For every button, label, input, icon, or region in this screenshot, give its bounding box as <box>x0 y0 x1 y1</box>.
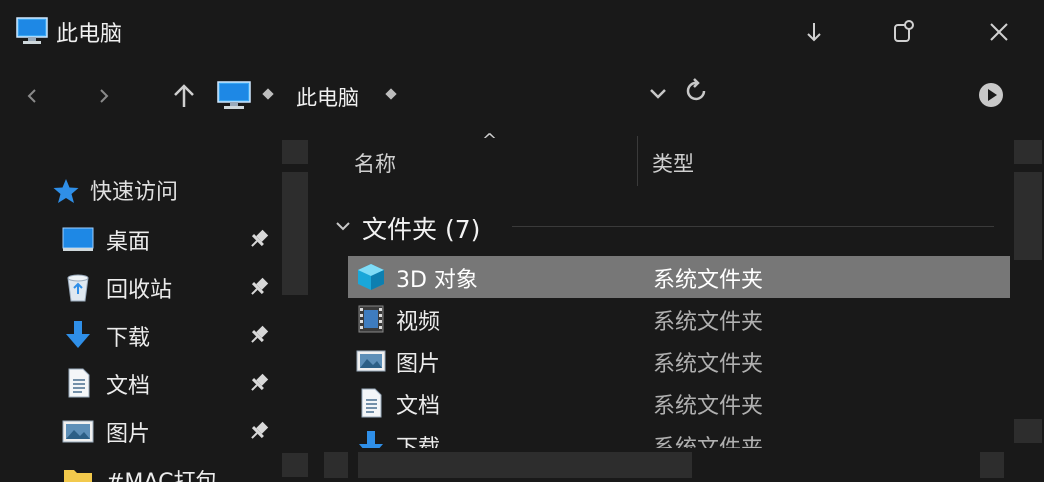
sort-indicator: ^ <box>482 130 498 151</box>
download-icon <box>807 23 821 42</box>
scrollbar-thumb[interactable] <box>282 172 308 295</box>
sidebar-item-label: 图片 <box>106 422 151 447</box>
column-header-type[interactable]: 类型 <box>652 148 694 178</box>
forward-icon <box>100 89 109 103</box>
title-bar: 此电脑 <box>0 0 1044 62</box>
quick-access-label[interactable]: 快速访问 <box>90 174 178 206</box>
breadcrumb-separator[interactable] <box>385 88 397 100</box>
chevron-down-icon <box>650 89 666 99</box>
back-button[interactable] <box>14 76 50 116</box>
file-name: 文档 <box>396 394 441 419</box>
file-explorer-window: 此电脑 此电脑 快速访问 桌面 回收站 下载 文档 图片 ^ 名称 类型 文件夹… <box>0 0 1044 482</box>
close-button[interactable] <box>979 12 1019 52</box>
file-type: 系统文件夹 <box>653 268 764 293</box>
folder-icon <box>62 464 94 482</box>
file-name: 视频 <box>396 310 441 335</box>
recycle-bin-icon <box>62 272 94 302</box>
up-button[interactable] <box>166 76 202 116</box>
list-item[interactable]: 下载 系统文件夹 <box>348 424 1010 448</box>
group-divider <box>512 226 994 227</box>
breadcrumb-separator[interactable] <box>262 88 274 100</box>
address-dropdown-button[interactable] <box>647 82 669 108</box>
scroll-down-button[interactable] <box>282 453 308 477</box>
scrollbar-thumb[interactable] <box>1014 172 1042 260</box>
pictures-icon <box>62 416 94 446</box>
list-item[interactable]: 视频 系统文件夹 <box>348 298 1010 340</box>
up-icon <box>174 84 194 107</box>
download-arrow-icon <box>62 320 94 350</box>
sidebar-item-label: 桌面 <box>106 230 151 255</box>
pin-icon[interactable] <box>248 372 270 398</box>
computer-icon <box>217 81 251 115</box>
list-item[interactable]: 图片 系统文件夹 <box>348 340 1010 382</box>
videos-icon <box>356 304 386 334</box>
scroll-down-button[interactable] <box>1014 419 1042 443</box>
sidebar-item-desktop[interactable]: 桌面 <box>0 216 282 260</box>
address-bar: 此电脑 <box>0 72 1044 120</box>
column-header-name[interactable]: 名称 <box>354 148 396 178</box>
file-name: 3D 对象 <box>396 268 478 293</box>
download-button[interactable] <box>794 12 834 52</box>
sidebar-item-label: 回收站 <box>106 278 173 303</box>
pin-button[interactable] <box>884 12 924 52</box>
file-list-scrollbar[interactable] <box>1014 140 1042 482</box>
list-item[interactable]: 3D 对象 系统文件夹 <box>348 256 1010 298</box>
file-type: 系统文件夹 <box>653 430 763 448</box>
sidebar-item-label: #MAC打包 <box>106 464 217 482</box>
pin-icon[interactable] <box>248 276 270 302</box>
file-name: 图片 <box>396 352 441 377</box>
pin-icon <box>894 20 914 42</box>
forward-button[interactable] <box>86 76 122 116</box>
go-button[interactable] <box>978 82 1004 112</box>
back-icon <box>27 89 36 103</box>
pin-icon[interactable] <box>248 228 270 254</box>
pictures-icon <box>356 346 386 376</box>
file-list: 3D 对象 系统文件夹 视频 系统文件夹 图片 系统文件夹 文档 系统文件夹 <box>324 252 1014 448</box>
file-name: 下载 <box>396 430 440 448</box>
download-arrow-icon <box>356 430 386 448</box>
sidebar-item-label: 下载 <box>106 326 151 351</box>
group-label: 文件夹 (7) <box>362 215 481 244</box>
scroll-right-button[interactable] <box>980 452 1004 478</box>
refresh-button[interactable] <box>685 78 709 110</box>
group-header-folders[interactable]: 文件夹 (7) <box>324 204 1014 250</box>
computer-icon <box>16 17 48 49</box>
file-type: 系统文件夹 <box>653 352 764 377</box>
navigation-pane: 快速访问 桌面 回收站 下载 文档 图片 <box>0 140 282 482</box>
file-type: 系统文件夹 <box>653 394 764 419</box>
column-divider[interactable] <box>637 136 638 186</box>
sidebar-item-label: 文档 <box>106 374 151 399</box>
window-title: 此电脑 <box>56 22 123 47</box>
navigation-pane-scrollbar[interactable] <box>282 140 308 482</box>
3d-objects-icon <box>356 262 386 292</box>
sidebar-item-recycle-bin[interactable]: 回收站 <box>0 264 282 308</box>
column-header-row: ^ 名称 类型 <box>324 130 1014 188</box>
desktop-icon <box>62 224 94 254</box>
close-icon <box>990 23 1008 41</box>
scroll-left-button[interactable] <box>324 452 348 478</box>
document-icon <box>62 368 94 398</box>
scroll-up-button[interactable] <box>282 140 308 164</box>
play-icon <box>979 83 1003 107</box>
document-icon <box>356 388 386 418</box>
pin-icon[interactable] <box>248 420 270 446</box>
sidebar-item-pictures[interactable]: 图片 <box>0 408 282 452</box>
list-item[interactable]: 文档 系统文件夹 <box>348 382 1010 424</box>
breadcrumb-this-pc[interactable]: 此电脑 <box>296 82 359 112</box>
horizontal-scrollbar[interactable] <box>324 452 1010 478</box>
file-type: 系统文件夹 <box>653 310 764 335</box>
scroll-up-button[interactable] <box>1014 140 1042 164</box>
chevron-down-icon[interactable] <box>334 218 352 237</box>
sidebar-item-downloads[interactable]: 下载 <box>0 312 282 356</box>
scrollbar-thumb[interactable] <box>358 452 692 478</box>
pin-icon[interactable] <box>248 324 270 350</box>
sidebar-item-documents[interactable]: 文档 <box>0 360 282 404</box>
refresh-icon <box>686 78 706 101</box>
sidebar-item-mac-pack[interactable]: #MAC打包 <box>0 456 282 482</box>
star-icon <box>52 178 80 208</box>
